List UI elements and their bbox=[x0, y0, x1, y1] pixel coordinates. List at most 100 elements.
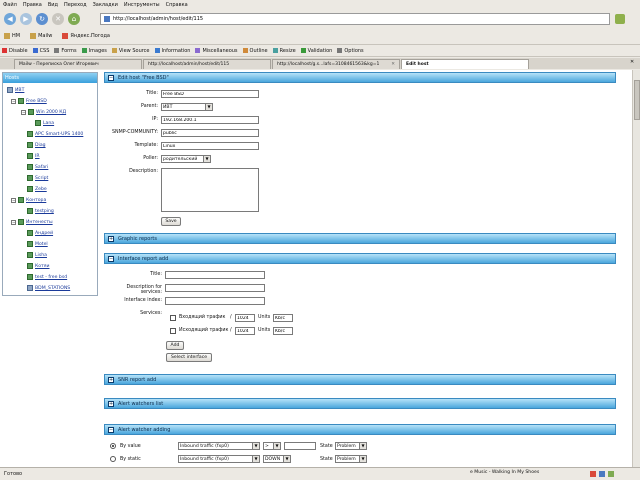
if-index-input[interactable] bbox=[165, 297, 265, 305]
out-traffic-checkbox[interactable] bbox=[170, 328, 176, 334]
collapse-icon[interactable]: − bbox=[11, 219, 16, 225]
operator-select[interactable]: > ▼ bbox=[263, 442, 281, 450]
template-input[interactable] bbox=[161, 142, 259, 150]
scrollbar-thumb[interactable] bbox=[634, 80, 640, 120]
section-alert-add[interactable]: − Alert watcher adding bbox=[104, 424, 616, 435]
tree-node[interactable]: testping bbox=[27, 208, 54, 214]
if-title-input[interactable] bbox=[165, 271, 265, 279]
bookmark-mailw[interactable]: Mailw bbox=[30, 33, 52, 39]
save-button[interactable]: Save bbox=[161, 217, 181, 226]
tree-node[interactable]: Котяи bbox=[27, 263, 50, 269]
tree-node[interactable]: Script bbox=[27, 175, 48, 181]
tree-node[interactable]: − Free BSD bbox=[11, 98, 47, 104]
by-static-radio[interactable] bbox=[110, 456, 116, 462]
play-icon[interactable] bbox=[590, 471, 596, 477]
poller-select[interactable]: родительский ▼ bbox=[161, 155, 211, 163]
expand-icon[interactable]: + bbox=[108, 376, 114, 383]
tree-node[interactable]: APC Smart-UPS 1400 bbox=[27, 131, 83, 137]
tree-node[interactable]: IR bbox=[27, 153, 40, 159]
toolbar-disable[interactable]: Disable bbox=[2, 48, 28, 54]
toolbar-options[interactable]: Options bbox=[337, 48, 364, 54]
tab-edit-host[interactable]: Edit host bbox=[401, 59, 529, 69]
url-input[interactable] bbox=[113, 16, 593, 22]
menu-bookmarks[interactable]: Закладки bbox=[93, 2, 118, 8]
tree-node[interactable]: Lana bbox=[35, 120, 54, 126]
section-edit-host[interactable]: − Edit host "Free BSD" bbox=[104, 72, 616, 83]
collapse-icon[interactable]: − bbox=[11, 197, 16, 203]
back-icon[interactable]: ◀ bbox=[4, 13, 16, 25]
close-tab-icon[interactable]: ✕ bbox=[630, 59, 634, 65]
static-state-select[interactable]: DOWN ▼ bbox=[263, 455, 291, 463]
tree-node[interactable]: Safari bbox=[27, 164, 48, 170]
toolbar-miscellaneous[interactable]: Miscellaneous bbox=[195, 48, 238, 54]
section-alert-list[interactable]: + Alert watchers list bbox=[104, 398, 616, 409]
reload-icon[interactable]: ↻ bbox=[36, 13, 48, 25]
tab-localhost-graph[interactable]: http://localhost/g.s...lafs=3108461563&k… bbox=[272, 59, 400, 69]
toolbar-resize[interactable]: Resize bbox=[272, 48, 296, 54]
go-icon[interactable] bbox=[615, 14, 625, 24]
tree-node[interactable]: ИВТ bbox=[7, 87, 24, 93]
toolbar-information[interactable]: Information bbox=[154, 48, 190, 54]
tab-localhost-edit[interactable]: http://localhost/admin/host/edit/115 bbox=[143, 59, 271, 69]
metric-select[interactable]: Inbound traffic (fxp0) ▼ bbox=[178, 442, 260, 450]
out-units-input[interactable] bbox=[273, 327, 293, 335]
description-textarea[interactable] bbox=[161, 168, 259, 212]
by-value-radio[interactable] bbox=[110, 443, 116, 449]
bookmark-weather[interactable]: Яндекс.Погода bbox=[62, 33, 110, 39]
forward-icon[interactable]: ▶ bbox=[20, 13, 32, 25]
next-icon[interactable] bbox=[599, 471, 605, 477]
toolbar-css[interactable]: CSS bbox=[32, 48, 49, 54]
address-bar[interactable] bbox=[100, 13, 610, 25]
tree-node[interactable]: − Win 2000 КД bbox=[21, 109, 66, 115]
menu-file[interactable]: Файл bbox=[3, 2, 17, 8]
menu-help[interactable]: Справка bbox=[166, 2, 188, 8]
section-graphic-reports[interactable]: + Graphic reports bbox=[104, 233, 616, 244]
menu-edit[interactable]: Правка bbox=[23, 2, 42, 8]
select-interface-button[interactable]: Select interface bbox=[166, 353, 212, 362]
add-button[interactable]: Add bbox=[166, 341, 184, 350]
tree-node[interactable]: Lisha bbox=[27, 252, 47, 258]
ip-input[interactable] bbox=[161, 116, 259, 124]
tree-node[interactable]: Zebe bbox=[27, 186, 47, 192]
collapse-icon[interactable]: − bbox=[108, 255, 114, 262]
collapse-icon[interactable]: − bbox=[21, 109, 26, 115]
in-traffic-checkbox[interactable] bbox=[170, 315, 176, 321]
toolbar-validation[interactable]: Validation bbox=[300, 48, 332, 54]
tree-node[interactable]: Diag bbox=[27, 142, 46, 148]
state-select[interactable]: Problem ▼ bbox=[335, 442, 367, 450]
expand-icon[interactable]: + bbox=[108, 400, 114, 407]
title-input[interactable] bbox=[161, 90, 259, 98]
out-divisor-input[interactable] bbox=[235, 327, 255, 335]
in-units-input[interactable] bbox=[273, 314, 293, 322]
static-state-value-select[interactable]: Problem ▼ bbox=[335, 455, 367, 463]
tree-node[interactable]: Андрей bbox=[27, 230, 53, 236]
toolbar-forms[interactable]: Forms bbox=[54, 48, 77, 54]
expand-icon[interactable]: + bbox=[108, 235, 114, 242]
toolbar-view-source[interactable]: View Source bbox=[111, 48, 150, 54]
if-desc-input[interactable] bbox=[165, 284, 265, 292]
menu-view[interactable]: Вид bbox=[48, 2, 58, 8]
stop-icon[interactable]: ✕ bbox=[52, 13, 64, 25]
tree-node[interactable]: − Интенесты bbox=[11, 219, 53, 225]
close-icon[interactable]: ✕ bbox=[387, 62, 395, 67]
parent-select[interactable]: ИВТ ▼ bbox=[161, 103, 213, 111]
snmp-community-input[interactable] bbox=[161, 129, 259, 137]
menu-go[interactable]: Переход bbox=[64, 2, 87, 8]
menu-tools[interactable]: Инструменты bbox=[124, 2, 160, 8]
bookmark-hm[interactable]: HM bbox=[4, 33, 20, 39]
static-metric-select[interactable]: Inbound traffic (fxp0) ▼ bbox=[178, 455, 260, 463]
toolbar-images[interactable]: Images bbox=[81, 48, 107, 54]
collapse-icon[interactable]: − bbox=[108, 74, 114, 81]
collapse-icon[interactable]: − bbox=[108, 426, 114, 433]
collapse-icon[interactable]: − bbox=[11, 98, 16, 104]
tree-node[interactable]: − Контора bbox=[11, 197, 46, 203]
in-divisor-input[interactable] bbox=[235, 314, 255, 322]
section-interface-report[interactable]: − Interface report add bbox=[104, 253, 616, 264]
threshold-input[interactable] bbox=[284, 442, 316, 450]
home-icon[interactable]: ⌂ bbox=[68, 13, 80, 25]
section-snr-report[interactable]: + SNR report add bbox=[104, 374, 616, 385]
tree-node[interactable]: Motel bbox=[27, 241, 48, 247]
tab-mailw[interactable]: Mailw - Переписка Олег Игоревич bbox=[14, 59, 142, 69]
tree-node[interactable]: BDM_STATIONS bbox=[27, 285, 70, 291]
tree-node[interactable]: test - free bsd bbox=[27, 274, 67, 280]
